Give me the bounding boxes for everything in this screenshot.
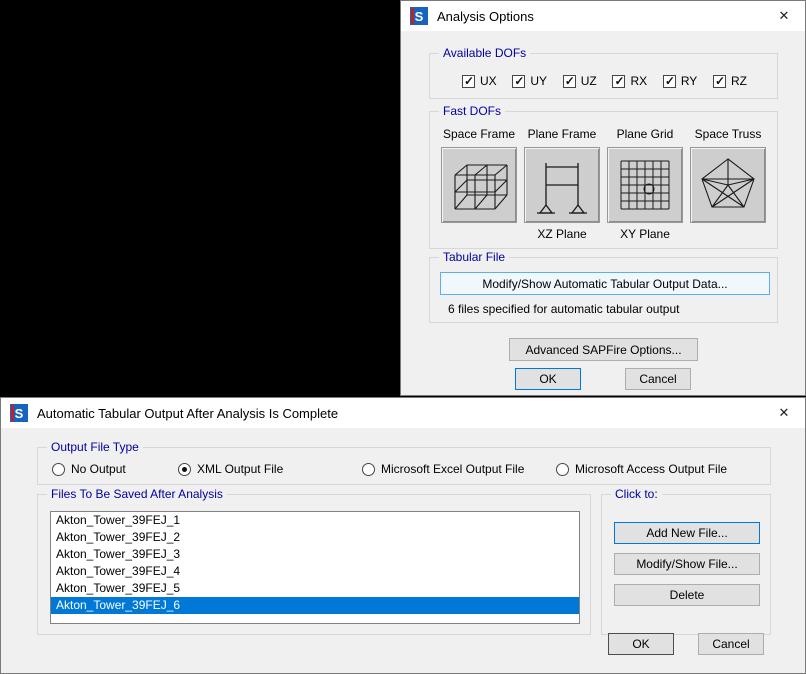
available-dofs-group: Available DOFs UX UY UZ RX RY (429, 53, 778, 99)
group-label: Available DOFs (439, 46, 530, 60)
list-item[interactable]: Akton_Tower_39FEJ_4 (51, 563, 579, 580)
fast-col-space-frame: Space Frame (439, 127, 519, 241)
plane-frame-button[interactable] (524, 147, 600, 223)
output-type-radio[interactable] (556, 463, 569, 476)
dialog-title: Analysis Options (437, 9, 534, 24)
group-label: Click to: (611, 487, 662, 501)
desktop: { "app": { "icon_letter": "S", "close_gl… (0, 0, 806, 674)
dof-label: UZ (581, 74, 597, 88)
modify-show-tabular-output-button[interactable]: Modify/Show Automatic Tabular Output Dat… (440, 272, 770, 295)
dof-label: UX (480, 74, 497, 88)
dof-checkbox[interactable] (563, 75, 576, 88)
tabular-output-titlebar[interactable]: S Automatic Tabular Output After Analysi… (1, 398, 805, 428)
fast-option-label: Space Frame (443, 127, 515, 147)
analysis-options-titlebar[interactable]: S Analysis Options ✕ (401, 1, 805, 31)
dof-item-uy[interactable]: UY (512, 74, 547, 88)
advanced-sapfire-options-button[interactable]: Advanced SAPFire Options... (509, 338, 698, 361)
cancel-button[interactable]: Cancel (698, 633, 764, 655)
dof-label: UY (530, 74, 547, 88)
radio-label: Microsoft Excel Output File (381, 462, 524, 476)
delete-button[interactable]: Delete (614, 584, 760, 606)
tabular-output-dialog: S Automatic Tabular Output After Analysi… (0, 397, 806, 674)
group-label: Tabular File (439, 250, 509, 264)
space-truss-icon (696, 153, 760, 217)
radio-access-output[interactable]: Microsoft Access Output File (556, 462, 727, 476)
fast-col-space-truss: Space Truss (688, 127, 768, 241)
output-file-type-group: Output File Type No Output XML Output Fi… (37, 447, 771, 485)
fast-col-plane-frame: Plane Frame XZ Plane (522, 127, 602, 241)
fast-option-label: Plane Grid (617, 127, 674, 147)
dof-checkbox[interactable] (713, 75, 726, 88)
dof-checkbox[interactable] (612, 75, 625, 88)
radio-label: XML Output File (197, 462, 283, 476)
radio-excel-output[interactable]: Microsoft Excel Output File (362, 462, 524, 476)
app-icon: S (10, 404, 28, 422)
app-icon-letter: S (15, 406, 24, 421)
fast-dofs-group: Fast DOFs Space Frame Plane Frame (429, 111, 778, 249)
fast-col-plane-grid: Plane Grid XY Plane (605, 127, 685, 241)
space-truss-button[interactable] (690, 147, 766, 223)
ok-button[interactable]: OK (515, 368, 581, 390)
app-icon-letter: S (415, 9, 424, 24)
tabular-file-status: 6 files specified for automatic tabular … (448, 302, 679, 316)
fast-option-label: Space Truss (695, 127, 762, 147)
space-frame-icon (447, 153, 511, 217)
dof-item-rz[interactable]: RZ (713, 74, 747, 88)
close-icon[interactable]: ✕ (763, 1, 805, 31)
fast-dofs-row: Space Frame Plane Frame (430, 112, 777, 241)
dof-label: RY (681, 74, 697, 88)
fast-plane-label: XZ Plane (537, 223, 586, 241)
list-item[interactable]: Akton_Tower_39FEJ_5 (51, 580, 579, 597)
close-icon[interactable]: ✕ (763, 398, 805, 428)
list-item[interactable]: Akton_Tower_39FEJ_6 (51, 597, 579, 614)
ok-button[interactable]: OK (608, 633, 674, 655)
radio-xml-output[interactable]: XML Output File (178, 462, 283, 476)
fast-plane-label: XY Plane (620, 223, 670, 241)
space-frame-button[interactable] (441, 147, 517, 223)
app-icon: S (410, 7, 428, 25)
output-type-radio[interactable] (178, 463, 191, 476)
plane-grid-icon (613, 153, 677, 217)
list-item[interactable]: Akton_Tower_39FEJ_2 (51, 529, 579, 546)
list-item[interactable]: Akton_Tower_39FEJ_3 (51, 546, 579, 563)
dof-checkbox[interactable] (512, 75, 525, 88)
group-label: Files To Be Saved After Analysis (47, 487, 227, 501)
radio-label: Microsoft Access Output File (575, 462, 727, 476)
group-label: Fast DOFs (439, 104, 505, 118)
analysis-options-dialog: S Analysis Options ✕ Available DOFs UX U… (400, 0, 806, 396)
dof-item-ry[interactable]: RY (663, 74, 697, 88)
files-group: Files To Be Saved After Analysis Akton_T… (37, 494, 591, 635)
modify-show-file-button[interactable]: Modify/Show File... (614, 553, 760, 575)
dof-item-rx[interactable]: RX (612, 74, 647, 88)
dof-checkbox[interactable] (663, 75, 676, 88)
dialog-title: Automatic Tabular Output After Analysis … (37, 406, 338, 421)
dof-item-uz[interactable]: UZ (563, 74, 597, 88)
click-to-group: Click to: Add New File... Modify/Show Fi… (601, 494, 771, 635)
radio-label: No Output (71, 462, 126, 476)
dof-checkbox[interactable] (462, 75, 475, 88)
fast-option-label: Plane Frame (528, 127, 597, 147)
output-type-radio[interactable] (362, 463, 375, 476)
list-item[interactable]: Akton_Tower_39FEJ_1 (51, 512, 579, 529)
files-listbox[interactable]: Akton_Tower_39FEJ_1Akton_Tower_39FEJ_2Ak… (50, 511, 580, 624)
dof-label: RZ (731, 74, 747, 88)
dof-label: RX (630, 74, 647, 88)
group-label: Output File Type (47, 440, 143, 454)
plane-grid-button[interactable] (607, 147, 683, 223)
radio-no-output[interactable]: No Output (52, 462, 126, 476)
tabular-file-group: Tabular File Modify/Show Automatic Tabul… (429, 257, 778, 323)
plane-frame-icon (530, 153, 594, 217)
output-type-radio[interactable] (52, 463, 65, 476)
cancel-button[interactable]: Cancel (625, 368, 691, 390)
dof-item-ux[interactable]: UX (462, 74, 497, 88)
add-new-file-button[interactable]: Add New File... (614, 522, 760, 544)
